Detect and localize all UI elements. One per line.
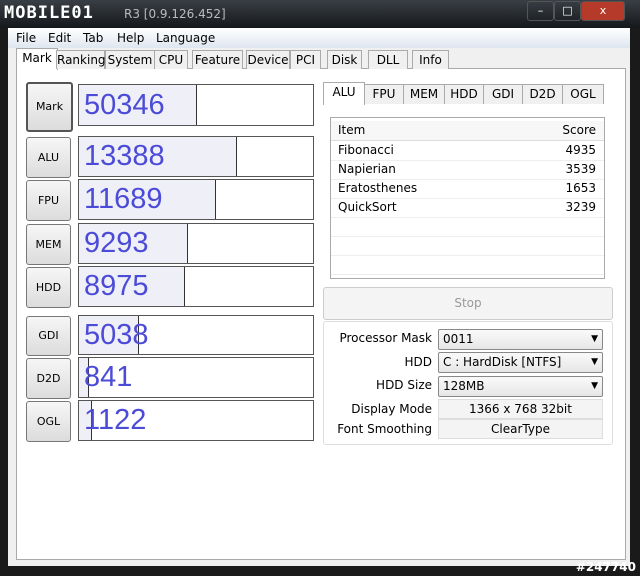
header-item: Item (338, 123, 366, 137)
hdd-score: 8975 (84, 270, 149, 302)
watermark-logo: MOBILE01 (4, 3, 94, 23)
gdi-score: 5038 (84, 319, 149, 351)
tab-pci[interactable]: PCI (290, 50, 321, 69)
maximize-button[interactable]: □ (554, 1, 581, 21)
item-score: 3539 (565, 162, 596, 176)
tab-info[interactable]: Info (412, 50, 449, 69)
display-mode-value: 1366 x 768 32bit (438, 399, 603, 419)
display-mode-label: Display Mode (351, 402, 432, 416)
tab-cpu[interactable]: CPU (154, 50, 188, 69)
mem-score: 9293 (84, 227, 149, 259)
stop-button[interactable]: Stop (323, 287, 613, 320)
menu-language[interactable]: Language (156, 31, 215, 45)
alu-score-bar: 13388 (78, 136, 314, 177)
subtab-ogl[interactable]: OGL (562, 84, 604, 104)
list-row (331, 217, 604, 237)
menu-edit[interactable]: Edit (48, 31, 71, 45)
list-row (331, 255, 604, 275)
fpu-button[interactable]: FPU (26, 180, 71, 221)
list-row: QuickSort 3239 (331, 198, 604, 218)
hdd-size-label: HDD Size (376, 378, 432, 392)
gdi-score-bar: 5038 (78, 315, 314, 355)
list-row (331, 236, 604, 256)
hdd-value: C : HardDisk [NTFS] (443, 355, 562, 369)
font-smoothing-label: Font Smoothing (337, 422, 432, 436)
window-title: R3 [0.9.126.452] (124, 7, 226, 21)
menu-help[interactable]: Help (117, 31, 144, 45)
hdd-select[interactable]: C : HardDisk [NTFS] ▼ (438, 352, 603, 373)
hdd-size-value: 128MB (443, 379, 485, 393)
alu-button[interactable]: ALU (26, 137, 71, 178)
mark-button[interactable]: Mark (26, 82, 73, 132)
minimize-button[interactable]: – (527, 1, 554, 21)
processor-mask-value: 0011 (443, 332, 474, 346)
list-row: Napierian 3539 (331, 160, 604, 180)
subtab-gdi[interactable]: GDI (483, 84, 523, 104)
hdd-score-bar: 8975 (78, 266, 314, 307)
tab-disk[interactable]: Disk (327, 50, 362, 69)
subtab-alu[interactable]: ALU (323, 82, 365, 105)
fpu-score: 11689 (84, 183, 163, 215)
ogl-score: 1122 (84, 404, 147, 436)
tab-dll[interactable]: DLL (368, 50, 408, 69)
font-smoothing-value: ClearType (438, 419, 603, 439)
hdd-button[interactable]: HDD (26, 267, 71, 308)
ogl-button[interactable]: OGL (26, 401, 71, 442)
menu-file[interactable]: File (16, 31, 36, 45)
subtab-d2d[interactable]: D2D (522, 84, 563, 104)
tab-device[interactable]: Device (246, 50, 290, 69)
chevron-down-icon: ▼ (591, 357, 598, 367)
tab-mark[interactable]: Mark (16, 48, 58, 70)
menu-tab[interactable]: Tab (83, 31, 103, 45)
item-score: 4935 (565, 143, 596, 157)
processor-mask-select[interactable]: 0011 ▼ (438, 329, 603, 350)
tab-ranking[interactable]: Ranking (56, 50, 106, 69)
list-header: Item Score (331, 121, 604, 141)
mark-score-bar: 50346 (78, 84, 314, 126)
processor-mask-label: Processor Mask (339, 331, 432, 345)
chevron-down-icon: ▼ (591, 381, 598, 391)
d2d-button[interactable]: D2D (26, 358, 71, 399)
mem-score-bar: 9293 (78, 223, 314, 264)
item-name: Fibonacci (338, 143, 394, 157)
item-name: QuickSort (338, 200, 397, 214)
list-row: Fibonacci 4935 (331, 141, 604, 161)
gdi-button[interactable]: GDI (26, 316, 71, 356)
fpu-score-bar: 11689 (78, 179, 314, 220)
item-name: Eratosthenes (338, 181, 418, 195)
hdd-size-select[interactable]: 128MB ▼ (438, 376, 603, 397)
alu-score: 13388 (84, 140, 165, 172)
d2d-score: 841 (84, 361, 133, 393)
subtab-hdd[interactable]: HDD (444, 84, 484, 104)
subtab-mem[interactable]: MEM (403, 84, 445, 104)
item-score: 1653 (565, 181, 596, 195)
hdd-label: HDD (404, 355, 432, 369)
mark-score: 50346 (84, 89, 165, 121)
watermark-badge: #247740 (575, 560, 636, 574)
mem-button[interactable]: MEM (26, 224, 71, 265)
d2d-score-bar: 841 (78, 357, 314, 398)
tab-feature[interactable]: Feature (192, 50, 243, 69)
tab-system[interactable]: System (105, 50, 155, 69)
item-name: Napierian (338, 162, 396, 176)
item-score: 3239 (565, 200, 596, 214)
ogl-score-bar: 1122 (78, 400, 314, 441)
header-score: Score (562, 123, 596, 137)
subtab-fpu[interactable]: FPU (364, 84, 404, 104)
list-row: Eratosthenes 1653 (331, 179, 604, 199)
close-button[interactable]: x (581, 1, 625, 21)
score-list: Item Score Fibonacci 4935 Napierian 3539 Era… (330, 117, 605, 294)
chevron-down-icon: ▼ (591, 334, 598, 344)
